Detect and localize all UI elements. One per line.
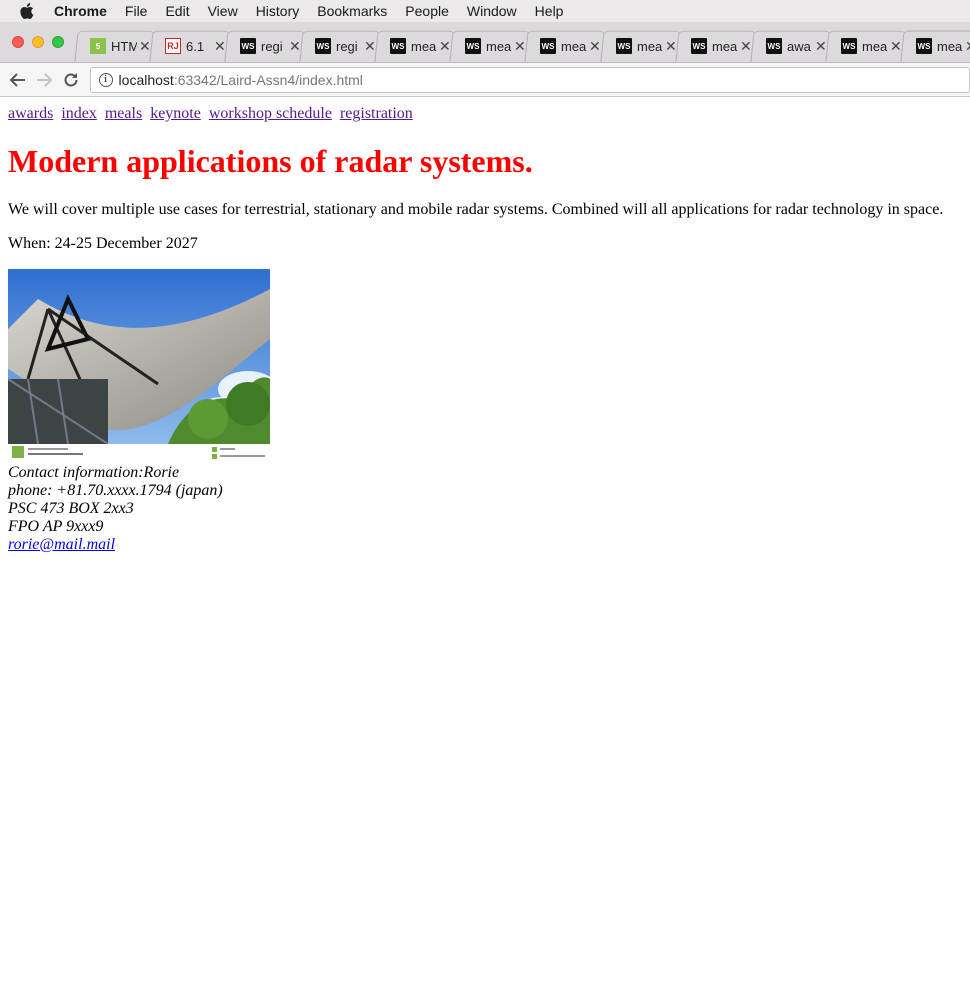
browser-toolbar: i localhost:63342/Laird-Assn4/index.html xyxy=(0,63,970,97)
zoom-window-button[interactable] xyxy=(52,36,64,48)
contact-address-line2: FPO AP 9xxx9 xyxy=(8,518,104,535)
close-tab-icon[interactable]: ✕ xyxy=(589,38,601,55)
contact-address-line1: PSC 473 BOX 2xx3 xyxy=(8,500,134,517)
contact-phone: phone: +81.70.xxxx.1794 (japan) xyxy=(8,482,223,499)
close-tab-icon[interactable]: ✕ xyxy=(439,38,451,55)
tab-title: regi xyxy=(336,38,358,54)
webstorm-icon: WS xyxy=(766,38,782,54)
menu-edit[interactable]: Edit xyxy=(165,3,189,19)
tab-title: mea xyxy=(862,38,888,54)
tab-title: mea xyxy=(637,38,663,54)
close-tab-icon[interactable]: ✕ xyxy=(514,38,526,55)
tab-title: HTM xyxy=(111,38,137,54)
info-icon[interactable]: i xyxy=(98,72,113,87)
menu-bookmarks[interactable]: Bookmarks xyxy=(317,3,387,19)
menu-app-chrome[interactable]: Chrome xyxy=(54,3,107,19)
browser-tab[interactable]: WS regi ✕ xyxy=(230,30,302,62)
browser-tab[interactable]: WS mea ✕ xyxy=(606,30,678,62)
close-tab-icon[interactable]: ✕ xyxy=(740,38,752,55)
browser-tab[interactable]: WS mea ✕ xyxy=(380,30,452,62)
close-tab-icon[interactable]: ✕ xyxy=(965,38,970,55)
html5-icon: 5 xyxy=(90,38,106,54)
tab-title: mea xyxy=(712,38,738,54)
nav-link-registration[interactable]: registration xyxy=(340,105,413,122)
close-tab-icon[interactable]: ✕ xyxy=(214,38,226,55)
menu-people[interactable]: People xyxy=(405,3,449,19)
contact-name: Contact information:Rorie xyxy=(8,464,180,481)
browser-tab[interactable]: WS mea ✕ xyxy=(681,30,753,62)
close-tab-icon[interactable]: ✕ xyxy=(815,38,827,55)
tab-title: mea xyxy=(561,38,587,54)
nav-link-meals[interactable]: meals xyxy=(105,105,142,122)
reload-icon[interactable] xyxy=(60,69,82,91)
webstorm-icon: WS xyxy=(240,38,256,54)
menu-help[interactable]: Help xyxy=(535,3,564,19)
menu-history[interactable]: History xyxy=(256,3,300,19)
browser-tab[interactable]: WS mea ✕ xyxy=(906,30,970,62)
webstorm-icon: WS xyxy=(616,38,632,54)
event-description: We will cover multiple use cases for ter… xyxy=(8,201,944,218)
webstorm-icon: WS xyxy=(540,38,556,54)
close-tab-icon[interactable]: ✕ xyxy=(890,38,902,55)
web-page: awards index meals keynote workshop sche… xyxy=(8,97,963,554)
tab-title: mea xyxy=(411,38,437,54)
menu-bar: Chrome File Edit View History Bookmarks … xyxy=(0,0,970,22)
forward-arrow-icon[interactable] xyxy=(34,69,56,91)
url-path: :63342/Laird-Assn4/index.html xyxy=(173,71,363,88)
menu-view[interactable]: View xyxy=(208,3,238,19)
browser-tab[interactable]: RJ 6.1 ✕ xyxy=(155,30,227,62)
webstorm-icon: WS xyxy=(465,38,481,54)
webstorm-icon: WS xyxy=(841,38,857,54)
browser-tab[interactable]: WS mea ✕ xyxy=(455,30,527,62)
url-host: localhost xyxy=(118,71,174,88)
minimize-window-button[interactable] xyxy=(32,36,44,48)
nav-link-awards[interactable]: awards xyxy=(8,105,53,122)
contact-email-link[interactable]: rorie@mail.mail xyxy=(8,536,115,553)
browser-tab[interactable]: 5 HTM ✕ xyxy=(80,30,152,62)
tab-title: 6.1 xyxy=(186,38,205,54)
tab-title: awa xyxy=(787,38,811,54)
webstorm-icon: WS xyxy=(315,38,331,54)
site-nav: awards index meals keynote workshop sche… xyxy=(8,105,963,123)
close-tab-icon[interactable]: ✕ xyxy=(665,38,677,55)
browser-tab[interactable]: WS regi ✕ xyxy=(305,30,377,62)
browser-tab[interactable]: WS mea ✕ xyxy=(530,30,602,62)
ru-icon: RJ xyxy=(165,38,181,54)
close-tab-icon[interactable]: ✕ xyxy=(139,38,151,55)
webstorm-icon: WS xyxy=(916,38,932,54)
tab-title: mea xyxy=(486,38,512,54)
event-date: When: 24-25 December 2027 xyxy=(8,235,198,252)
close-tab-icon[interactable]: ✕ xyxy=(289,38,301,55)
tab-title: regi xyxy=(261,38,283,54)
close-tab-icon[interactable]: ✕ xyxy=(364,38,376,55)
contact-info: Contact information:Rorie phone: +81.70.… xyxy=(8,464,963,554)
nav-link-index[interactable]: index xyxy=(61,105,97,122)
tab-title: mea xyxy=(937,38,963,54)
browser-tab[interactable]: WS awa ✕ xyxy=(756,30,828,62)
tab-strip: 5 HTM ✕ RJ 6.1 ✕ WS regi ✕ WS regi ✕ WS … xyxy=(0,22,970,63)
close-window-button[interactable] xyxy=(12,36,24,48)
nav-link-keynote[interactable]: keynote xyxy=(150,105,201,122)
address-bar[interactable]: i localhost:63342/Laird-Assn4/index.html xyxy=(89,66,970,93)
nav-link-workshop-schedule[interactable]: workshop schedule xyxy=(209,105,332,122)
page-heading: Modern applications of radar systems. xyxy=(8,143,533,179)
radar-dish-photo xyxy=(8,269,270,461)
menu-window[interactable]: Window xyxy=(467,3,517,19)
browser-tab[interactable]: WS mea ✕ xyxy=(831,30,903,62)
webstorm-icon: WS xyxy=(691,38,707,54)
apple-icon[interactable] xyxy=(20,3,36,19)
menu-file[interactable]: File xyxy=(125,3,148,19)
webstorm-icon: WS xyxy=(390,38,406,54)
back-arrow-icon[interactable] xyxy=(7,69,29,91)
